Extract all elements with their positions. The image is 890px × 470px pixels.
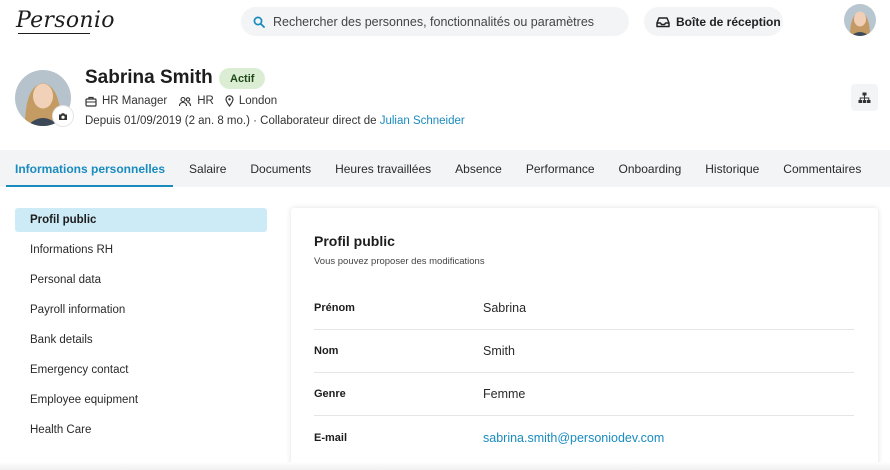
position-text: HR Manager bbox=[102, 95, 168, 107]
field-label: Genre bbox=[314, 388, 346, 400]
page-bottom-edge bbox=[0, 462, 890, 470]
side-item-personal-data[interactable]: Personal data bbox=[15, 268, 267, 292]
org-chart-button[interactable] bbox=[851, 84, 878, 111]
card-subtitle: Vous pouvez proposer des modifications bbox=[314, 256, 485, 267]
field-label: Nom bbox=[314, 345, 339, 357]
field-label: Prénom bbox=[314, 302, 355, 314]
app-logo[interactable]: Personio bbox=[16, 8, 115, 33]
briefcase-icon bbox=[85, 96, 97, 107]
side-item-emergency-contact[interactable]: Emergency contact bbox=[15, 358, 267, 382]
camera-icon[interactable] bbox=[53, 106, 73, 126]
tab-comments[interactable]: Commentaires bbox=[771, 150, 873, 187]
public-profile-card: Profil public Vous pouvez proposer des m… bbox=[291, 208, 878, 470]
department-info: HR bbox=[178, 95, 214, 107]
search-icon bbox=[251, 14, 267, 30]
tab-hours-worked[interactable]: Heures travaillées bbox=[323, 150, 443, 187]
tab-salary[interactable]: Salaire bbox=[177, 150, 238, 187]
tenure-line: Depuis 01/09/2019 (2 an. 8 mo.) · Collab… bbox=[85, 115, 465, 127]
profile-tabs: Informations personnelles Salaire Docume… bbox=[0, 150, 890, 187]
field-row-first-name: Prénom Sabrina bbox=[314, 287, 854, 330]
side-item-public-profile[interactable]: Profil public bbox=[15, 208, 267, 232]
position-info: HR Manager bbox=[85, 95, 167, 107]
tab-history[interactable]: Historique bbox=[693, 150, 771, 187]
employee-name: Sabrina Smith bbox=[85, 67, 213, 88]
side-item-equipment[interactable]: Employee equipment bbox=[15, 388, 267, 412]
top-bar: Personio Boîte de réception bbox=[0, 0, 890, 44]
manager-link[interactable]: Julian Schneider bbox=[380, 115, 465, 127]
tab-documents[interactable]: Documents bbox=[238, 150, 323, 187]
inbox-button[interactable]: Boîte de réception bbox=[644, 7, 783, 36]
logo-underline bbox=[18, 33, 90, 34]
profile-meta: HR Manager HR London bbox=[85, 95, 288, 107]
field-label: E-mail bbox=[314, 431, 348, 444]
field-value[interactable]: Smith bbox=[483, 344, 515, 358]
side-item-bank-details[interactable]: Bank details bbox=[15, 328, 267, 352]
tab-onboarding[interactable]: Onboarding bbox=[607, 150, 694, 187]
user-avatar[interactable] bbox=[844, 4, 876, 36]
office-info: London bbox=[225, 95, 277, 107]
department-text: HR bbox=[197, 95, 214, 107]
field-row-last-name: Nom Smith bbox=[314, 330, 854, 373]
field-value[interactable]: Sabrina bbox=[483, 301, 526, 315]
section-nav: Profil public Informations RH Personal d… bbox=[15, 208, 267, 448]
tab-performance[interactable]: Performance bbox=[514, 150, 607, 187]
field-value[interactable]: Femme bbox=[483, 387, 525, 401]
field-row-gender: Genre Femme bbox=[314, 373, 854, 416]
field-row-email: E-mail sabrina.smith@personiodev.com bbox=[314, 416, 854, 459]
status-badge: Actif bbox=[219, 68, 266, 89]
org-chart-icon bbox=[858, 92, 871, 103]
office-text: London bbox=[238, 95, 278, 107]
side-item-health-care[interactable]: Health Care bbox=[15, 418, 267, 442]
inbox-label: Boîte de réception bbox=[676, 14, 781, 29]
search-bar[interactable] bbox=[241, 7, 629, 36]
email-link[interactable]: sabrina.smith@personiodev.com bbox=[483, 431, 664, 445]
side-item-hr-info[interactable]: Informations RH bbox=[15, 238, 267, 262]
search-input[interactable] bbox=[273, 14, 613, 29]
team-icon bbox=[179, 96, 192, 106]
card-title: Profil public bbox=[314, 233, 395, 249]
inbox-icon bbox=[656, 16, 670, 28]
tab-absence[interactable]: Absence bbox=[443, 150, 514, 187]
field-list: Prénom Sabrina Nom Smith Genre Femme E-m… bbox=[314, 287, 854, 459]
location-pin-icon bbox=[225, 95, 234, 107]
side-item-payroll[interactable]: Payroll information bbox=[15, 298, 267, 322]
tenure-text: Depuis 01/09/2019 (2 an. 8 mo.) · Collab… bbox=[85, 115, 380, 127]
tab-personal-info[interactable]: Informations personnelles bbox=[0, 150, 177, 187]
